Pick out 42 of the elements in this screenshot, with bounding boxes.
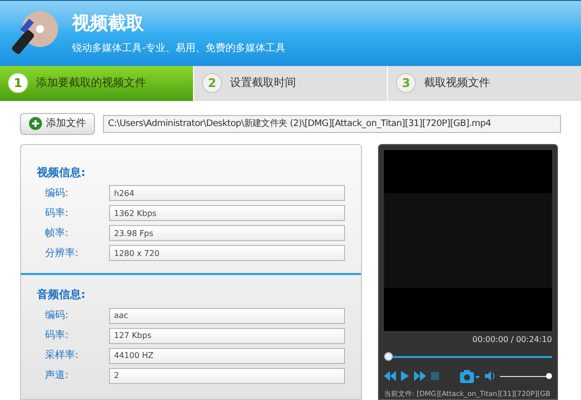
volume-icon[interactable] [485, 371, 495, 381]
info-field[interactable]: 127 Kbps [109, 328, 345, 344]
camera-icon[interactable] [460, 370, 480, 382]
play-icon[interactable] [401, 371, 409, 381]
field-label: 码率: [44, 206, 70, 220]
field-label: 码率: [44, 328, 70, 343]
app-subtitle: 锐动多媒体工具-专业、易用、免费的多媒体工具 [72, 42, 286, 56]
field-label: 编码: [44, 308, 70, 323]
section-title: 音频信息: [37, 287, 86, 303]
seek-slider[interactable] [384, 352, 552, 362]
section-title: 视频信息: [37, 164, 86, 180]
slider-thumb[interactable] [384, 352, 393, 361]
step-label: 添加要截取的视频文件 [36, 74, 146, 91]
step-label: 设置截取时间 [230, 74, 296, 91]
app-title: 视频截取 [72, 12, 145, 36]
field-label: 声道: [44, 368, 70, 383]
info-field[interactable]: 1362 Kbps [109, 205, 345, 221]
field-label: 编码: [44, 186, 70, 200]
time-display: 00:00:00 / 00:24:10 [472, 334, 552, 346]
volume-slider[interactable] [500, 372, 552, 380]
file-path-field[interactable]: C:\Users\Administrator\Desktop\新建文件夹 (2)\[DMG][Attack_on_Titan][31][720P][GB].mp4 [103, 114, 561, 132]
step-tab[interactable]: 1 添加要截取的视频文件 [0, 66, 194, 100]
step-number: 3 [396, 73, 416, 93]
info-field[interactable]: 1280 x 720 [109, 245, 345, 261]
step-number: 1 [8, 73, 28, 93]
step-tab[interactable]: 3 截取视频文件 [388, 66, 581, 100]
slider-thumb[interactable] [546, 373, 552, 379]
fast-forward-icon[interactable] [414, 371, 426, 381]
plus-icon [29, 117, 42, 130]
step-number: 2 [202, 73, 222, 93]
info-field[interactable]: aac [109, 308, 345, 324]
step-label: 截取视频文件 [424, 74, 490, 91]
step-tab[interactable]: 2 设置截取时间 [194, 66, 388, 100]
info-field[interactable]: 2 [109, 368, 345, 384]
info-field[interactable]: 23.98 Fps [109, 225, 345, 241]
rewind-icon[interactable] [384, 371, 396, 381]
add-file-button[interactable]: 添加文件 [20, 112, 95, 134]
field-label: 分辨率: [44, 246, 80, 260]
info-field[interactable]: 44100 HZ [109, 348, 345, 364]
info-field[interactable]: h264 [109, 185, 345, 201]
field-label: 采样率: [44, 348, 80, 363]
field-label: 帧率: [44, 226, 70, 240]
